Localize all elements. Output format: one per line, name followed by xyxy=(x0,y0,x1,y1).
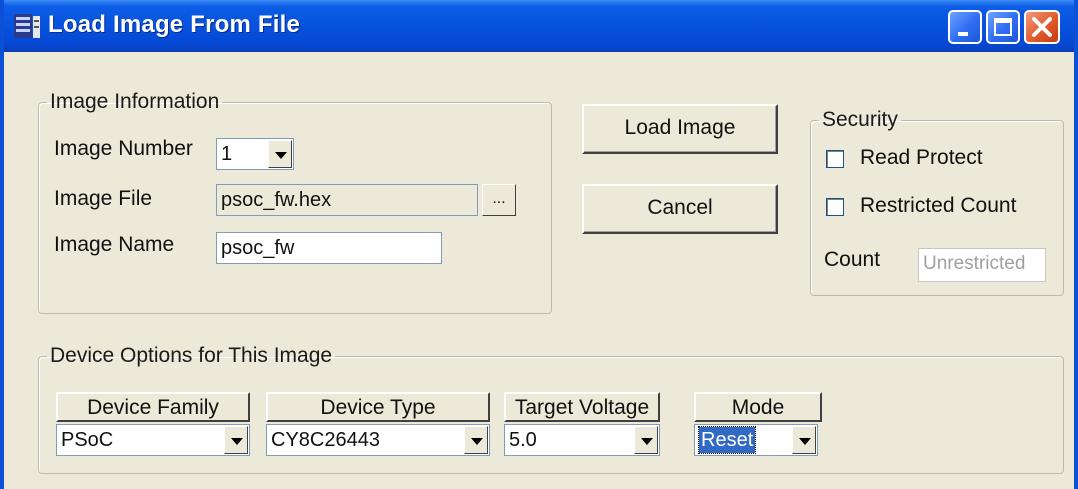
cancel-button[interactable]: Cancel xyxy=(582,184,778,234)
read-protect-checkbox[interactable] xyxy=(826,150,844,168)
window-title: Load Image From File xyxy=(48,11,301,38)
target-voltage-value: 5.0 xyxy=(509,429,537,451)
mode-header: Mode xyxy=(694,392,822,422)
device-family-header: Device Family xyxy=(56,392,250,422)
close-icon xyxy=(1032,17,1052,37)
minimize-button[interactable] xyxy=(948,10,982,44)
image-name-field[interactable]: psoc_fw xyxy=(216,232,442,264)
dialog-window: Load Image From File Image Information I… xyxy=(0,0,1078,489)
restricted-count-checkbox[interactable] xyxy=(826,198,844,216)
minimize-icon xyxy=(958,32,968,36)
image-name-label: Image Name xyxy=(54,233,175,256)
chevron-down-icon[interactable] xyxy=(634,426,658,454)
maximize-button[interactable] xyxy=(986,10,1020,44)
device-family-value: PSoC xyxy=(61,429,114,451)
target-voltage-select[interactable]: 5.0 xyxy=(504,424,660,456)
title-bar[interactable]: Load Image From File xyxy=(4,0,1074,52)
load-image-button[interactable]: Load Image xyxy=(582,104,778,154)
mode-value: Reset xyxy=(697,426,757,454)
count-label: Count xyxy=(824,248,881,271)
count-field[interactable]: Unrestricted xyxy=(918,248,1046,282)
read-protect-label: Read Protect xyxy=(860,146,983,169)
device-family-select[interactable]: PSoC xyxy=(56,424,250,456)
image-number-value: 1 xyxy=(221,143,233,165)
device-type-select[interactable]: CY8C26443 xyxy=(266,424,490,456)
image-number-select[interactable]: 1 xyxy=(216,138,294,170)
mode-select[interactable]: Reset xyxy=(694,424,818,456)
restricted-count-label: Restricted Count xyxy=(860,194,1017,217)
close-button[interactable] xyxy=(1024,10,1060,44)
device-type-value: CY8C26443 xyxy=(271,429,380,451)
chevron-down-icon[interactable] xyxy=(464,426,488,454)
browse-button[interactable]: ... xyxy=(482,184,516,216)
image-information-legend: Image Information xyxy=(50,90,220,113)
chevron-down-icon[interactable] xyxy=(268,140,292,168)
maximize-icon xyxy=(994,18,1012,36)
device-options-legend: Device Options for This Image xyxy=(50,344,333,367)
target-voltage-header: Target Voltage xyxy=(504,392,660,422)
image-file-label: Image File xyxy=(54,187,153,210)
chevron-down-icon[interactable] xyxy=(224,426,248,454)
image-file-field[interactable]: psoc_fw.hex xyxy=(216,184,478,216)
app-icon xyxy=(14,14,40,38)
image-number-label: Image Number xyxy=(54,137,193,160)
device-type-header: Device Type xyxy=(266,392,490,422)
security-legend: Security xyxy=(822,108,898,131)
chevron-down-icon[interactable] xyxy=(792,426,816,454)
